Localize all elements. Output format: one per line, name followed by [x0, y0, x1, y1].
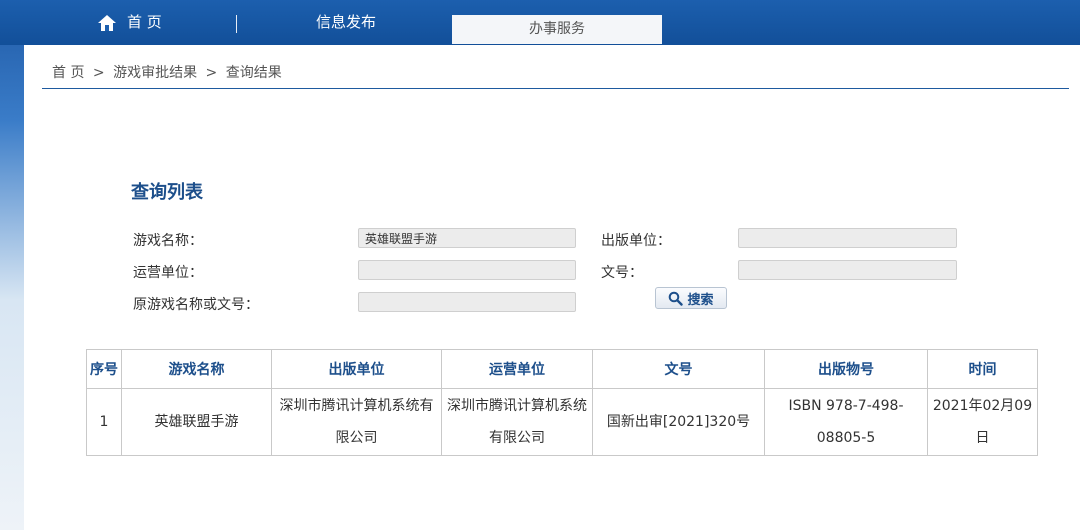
breadcrumb: 首 页 > 游戏审批结果 > 查询结果 — [52, 62, 286, 82]
cell-publisher: 深圳市腾讯计算机系统有限公司 — [271, 388, 442, 456]
search-button[interactable]: 搜索 — [655, 287, 727, 309]
breadcrumb-separator: > — [92, 65, 105, 81]
col-header-isbn: 出版物号 — [764, 349, 928, 389]
col-header-operator: 运营单位 — [441, 349, 593, 389]
col-header-game: 游戏名称 — [121, 349, 272, 389]
col-header-no: 序号 — [86, 349, 122, 389]
cell-game: 英雄联盟手游 — [121, 388, 272, 456]
original-name-label: 原游戏名称或文号： — [133, 297, 259, 313]
game-name-label: 游戏名称： — [133, 233, 203, 249]
cell-operator: 深圳市腾讯计算机系统有限公司 — [441, 388, 593, 456]
nav-home-label: 首 页 — [127, 13, 162, 31]
col-header-doc-no: 文号 — [592, 349, 765, 389]
cell-date: 2021年02月09日 — [927, 388, 1038, 456]
breadcrumb-game-approval[interactable]: 游戏审批结果 — [113, 65, 197, 81]
doc-no-input[interactable] — [738, 260, 957, 280]
cell-doc-no: 国新出审[2021]320号 — [592, 388, 765, 456]
breadcrumb-home[interactable]: 首 页 — [52, 65, 84, 81]
home-icon — [98, 14, 116, 31]
operator-input[interactable] — [358, 260, 576, 280]
top-nav-bar: 首 页 信息发布 办事服务 — [0, 0, 1080, 45]
breadcrumb-separator: > — [205, 65, 218, 81]
operator-label: 运营单位： — [133, 265, 203, 281]
breadcrumb-underline — [42, 88, 1069, 89]
cell-no: 1 — [86, 388, 122, 456]
publisher-label: 出版单位： — [601, 233, 671, 249]
nav-divider — [236, 15, 237, 33]
doc-no-label: 文号： — [601, 265, 643, 281]
main-content: 首 页 > 游戏审批结果 > 查询结果 查询列表 游戏名称： 英雄联盟手游 出版… — [24, 45, 1080, 530]
game-name-input[interactable]: 英雄联盟手游 — [358, 228, 576, 248]
results-table: 序号 游戏名称 出版单位 运营单位 文号 出版物号 时间 1 英雄联盟手游 深圳… — [86, 349, 1038, 456]
original-name-input[interactable] — [358, 292, 576, 312]
cell-isbn: ISBN 978-7-498-08805-5 — [764, 388, 928, 456]
col-header-publisher: 出版单位 — [271, 349, 442, 389]
nav-service-tab[interactable]: 办事服务 — [452, 15, 662, 44]
nav-home[interactable]: 首 页 — [97, 0, 162, 45]
table-row[interactable]: 1 英雄联盟手游 深圳市腾讯计算机系统有限公司 深圳市腾讯计算机系统有限公司 国… — [86, 388, 1038, 456]
col-header-date: 时间 — [927, 349, 1038, 389]
section-title: 查询列表 — [131, 182, 203, 203]
publisher-input[interactable] — [738, 228, 957, 248]
nav-info[interactable]: 信息发布 — [316, 0, 376, 45]
search-button-label: 搜索 — [687, 292, 714, 308]
table-header-row: 序号 游戏名称 出版单位 运营单位 文号 出版物号 时间 — [86, 349, 1038, 389]
breadcrumb-current: 查询结果 — [225, 65, 282, 81]
search-icon — [669, 291, 684, 306]
